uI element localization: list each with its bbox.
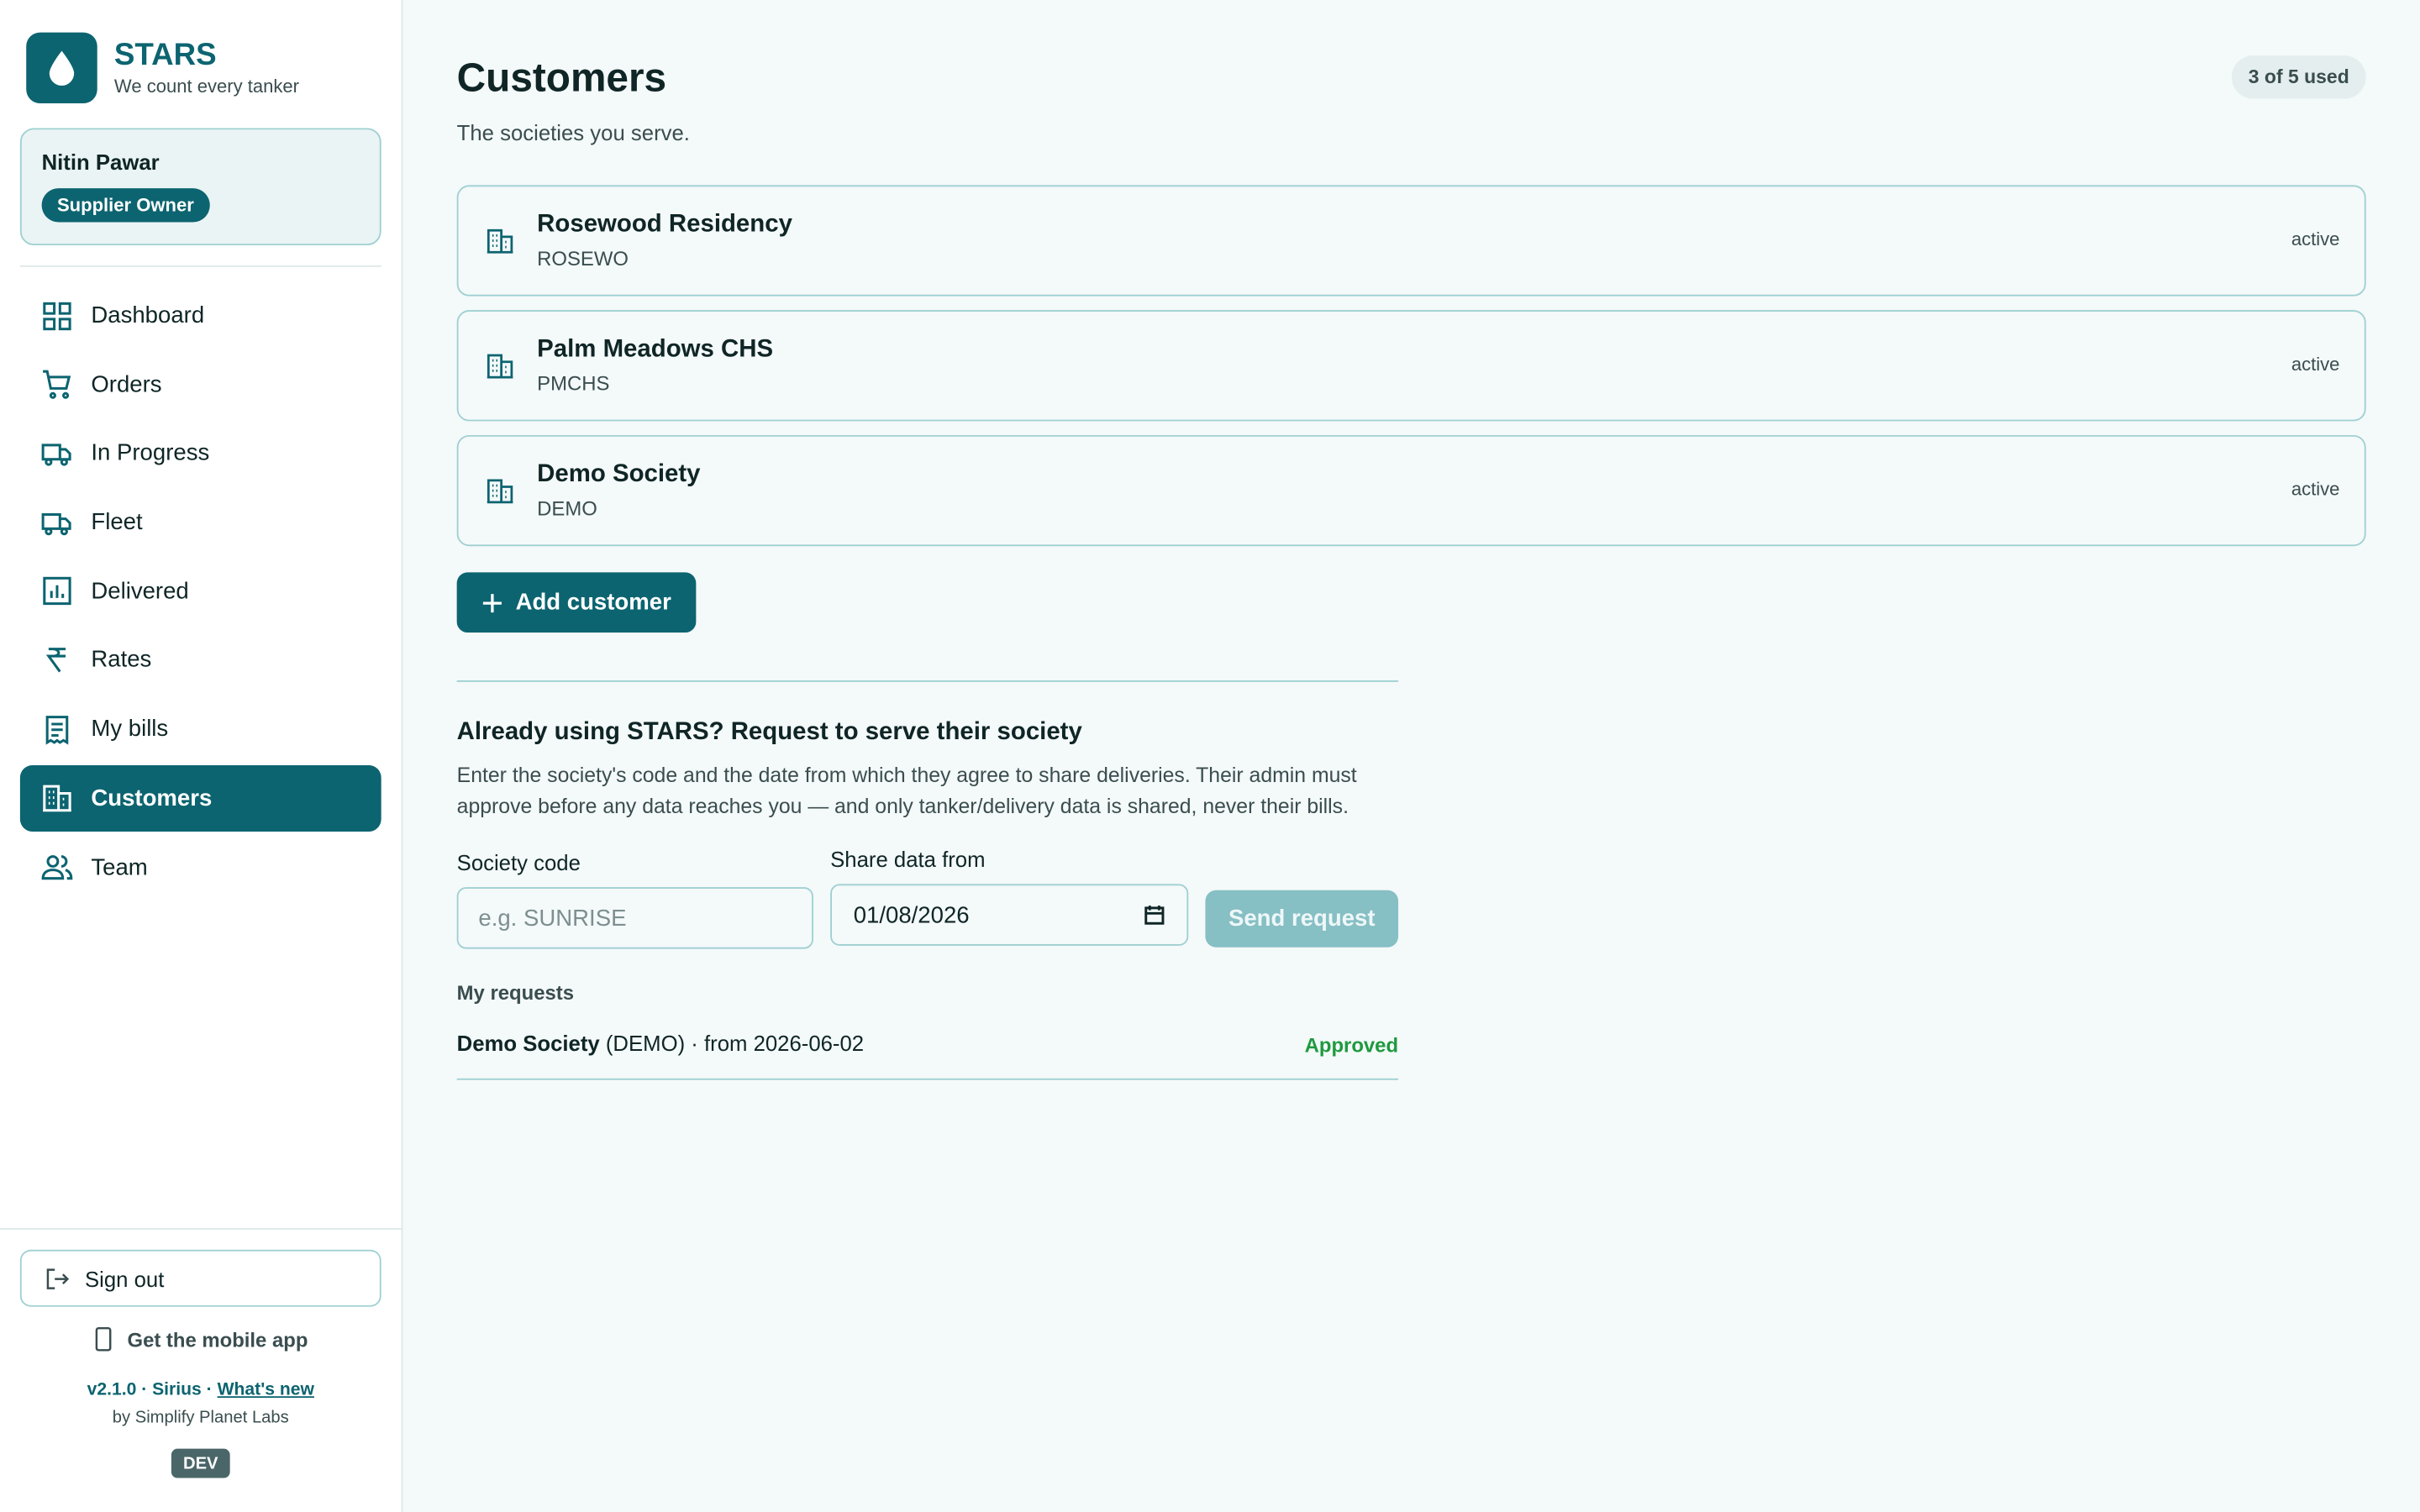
customer-code: PMCHS — [537, 371, 610, 396]
brand-name: STARS — [113, 37, 217, 72]
sidebar-item-label: Dashboard — [91, 302, 205, 329]
add-customer-button[interactable]: Add customer — [456, 572, 697, 633]
status-badge: active — [2291, 228, 2340, 250]
receipt-icon — [45, 715, 69, 744]
divider — [0, 1228, 403, 1230]
water-drop-icon — [26, 32, 97, 104]
usage-badge: 3 of 5 used — [2231, 55, 2366, 99]
sidebar-item-dashboard[interactable]: Dashboard — [20, 282, 381, 349]
cart-icon — [43, 370, 71, 400]
share-date-label: Share data from — [830, 847, 986, 872]
add-customer-label: Add customer — [515, 589, 671, 616]
sidebar-item-label: Rates — [91, 647, 152, 674]
customer-card[interactable]: Palm Meadows CHS PMCHS active — [456, 310, 2366, 422]
mobile-app-link[interactable]: Get the mobile app — [20, 1324, 381, 1355]
sidebar-item-my-bills[interactable]: My bills — [20, 696, 381, 763]
sidebar-item-fleet[interactable]: Fleet — [20, 489, 381, 555]
customer-code: DEMO — [537, 496, 597, 520]
version-info: v2.1.0 · Sirius · What's new — [20, 1381, 381, 1399]
customer-name: Palm Meadows CHS — [537, 336, 774, 363]
customer-code: ROSEWO — [537, 246, 629, 270]
plus-icon — [483, 593, 502, 612]
request-society: Demo Society — [456, 1030, 600, 1056]
sidebar-item-label: In Progress — [91, 440, 210, 467]
env-badge: DEV — [171, 1448, 230, 1478]
page-title: Customers — [456, 54, 667, 101]
request-heading: Already using STARS? Request to serve th… — [456, 718, 1082, 746]
user-name: Nitin Pawar — [41, 150, 160, 175]
truck-icon — [41, 444, 71, 466]
whats-new-link[interactable]: What's new — [218, 1381, 314, 1399]
sidebar-item-customers[interactable]: Customers — [19, 764, 381, 832]
sidebar-item-orders[interactable]: Orders — [20, 351, 381, 417]
chart-icon — [43, 577, 71, 606]
send-request-button[interactable]: Send request — [1205, 890, 1399, 948]
page-subtitle: The societies you serve. — [456, 120, 690, 145]
sidebar-item-label: Team — [91, 853, 148, 880]
sidebar-item-rates[interactable]: Rates — [20, 627, 381, 694]
customer-card[interactable]: Demo Society DEMO active — [456, 434, 2366, 547]
brand[interactable]: STARS We count every tanker — [26, 32, 300, 104]
status-badge: active — [2291, 478, 2340, 501]
sidebar-item-label: Delivered — [91, 578, 189, 605]
building-icon — [487, 479, 513, 504]
building-icon — [487, 354, 513, 379]
sidebar-item-team[interactable]: Team — [20, 834, 381, 900]
sign-out-button[interactable]: Sign out — [19, 1249, 381, 1307]
truck-icon — [41, 512, 71, 535]
user-card: Nitin Pawar Supplier Owner — [19, 128, 381, 246]
grid-icon — [43, 301, 71, 330]
sidebar-item-in-progress[interactable]: In Progress — [20, 420, 381, 486]
building-icon — [487, 228, 513, 254]
request-description: Enter the society's code and the date fr… — [456, 764, 1357, 818]
sidebar-item-label: Customers — [91, 785, 213, 811]
customer-name: Rosewood Residency — [537, 211, 792, 238]
sidebar: STARS We count every tanker Nitin Pawar … — [0, 0, 403, 1512]
sidebar-nav: Dashboard Orders In Progress Fleet Deliv… — [19, 282, 381, 903]
sidebar-item-label: My bills — [91, 716, 169, 743]
list-item: Demo Society (DEMO) · from 2026-06-02 Ap… — [456, 1030, 1399, 1080]
brand-tagline: We count every tanker — [113, 75, 300, 97]
calendar-icon[interactable] — [1144, 904, 1165, 926]
phone-icon — [96, 1326, 113, 1352]
people-icon — [41, 855, 73, 880]
society-code-label: Society code — [456, 850, 581, 875]
customer-card[interactable]: Rosewood Residency ROSEWO active — [456, 185, 2366, 297]
version-text: v2.1.0 · Sirius · — [87, 1380, 218, 1399]
request-detail: (DEMO) · from 2026-06-02 — [599, 1030, 865, 1056]
company-credit: by Simplify Planet Labs — [112, 1408, 289, 1427]
society-code-input[interactable] — [456, 887, 813, 949]
mobile-app-label: Get the mobile app — [127, 1327, 308, 1352]
logout-icon — [46, 1268, 70, 1289]
rupee-icon — [45, 648, 66, 673]
sidebar-item-label: Orders — [91, 371, 162, 398]
divider — [456, 680, 1399, 682]
share-date-value: 01/08/2026 — [853, 901, 970, 928]
divider — [19, 265, 381, 267]
sidebar-item-label: Fleet — [91, 509, 143, 536]
app-root: STARS We count every tanker Nitin Pawar … — [0, 0, 2420, 1512]
sidebar-item-delivered[interactable]: Delivered — [20, 558, 381, 624]
my-requests-heading: My requests — [456, 981, 575, 1005]
share-date-input[interactable]: 01/08/2026 — [830, 884, 1189, 946]
status-badge: active — [2291, 353, 2340, 375]
customer-name: Demo Society — [537, 461, 701, 488]
request-status: Approved — [1304, 1033, 1399, 1058]
role-badge: Supplier Owner — [41, 188, 210, 223]
building-icon — [43, 785, 71, 812]
sign-out-label: Sign out — [85, 1266, 165, 1291]
